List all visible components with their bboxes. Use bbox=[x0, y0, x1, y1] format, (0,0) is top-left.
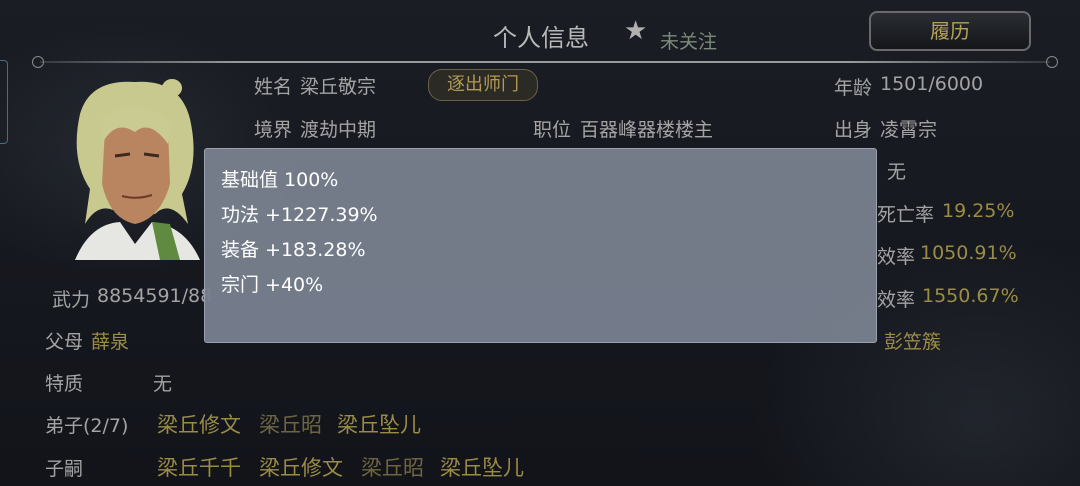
age-label: 年龄 bbox=[834, 77, 873, 99]
disciple-link[interactable]: 梁丘修文 bbox=[157, 409, 241, 439]
name-value: 梁丘敬宗 bbox=[300, 76, 377, 98]
power-value: 8854591/88 bbox=[97, 285, 213, 307]
header-divider bbox=[32, 56, 1058, 68]
efficiency-value-1: 1050.91% bbox=[920, 242, 1017, 264]
heir-link[interactable]: 梁丘坠儿 bbox=[440, 452, 524, 482]
age-value: 1501/6000 bbox=[880, 73, 984, 95]
disciples-label: 弟子(2/7) bbox=[45, 415, 129, 437]
row3-right-value: 无 bbox=[887, 161, 907, 183]
heir-link[interactable]: 梁丘千千 bbox=[157, 452, 241, 482]
character-portrait bbox=[75, 79, 200, 260]
trait-label: 特质 bbox=[45, 373, 84, 395]
position-value: 百器峰器楼楼主 bbox=[580, 119, 714, 141]
follow-status[interactable]: 未关注 bbox=[660, 27, 717, 54]
expel-button[interactable]: 逐出师门 bbox=[428, 69, 538, 101]
realm-value: 渡劫中期 bbox=[300, 119, 377, 141]
position-label: 职位 bbox=[533, 119, 572, 141]
page-title: 个人信息 bbox=[493, 24, 589, 52]
stat-breakdown-tooltip: 基础值 100% 功法 +1227.39% 装备 +183.28% 宗门 +40… bbox=[204, 148, 877, 343]
heir-link[interactable]: 梁丘昭 bbox=[361, 452, 424, 482]
death-rate-label: 死亡率 bbox=[877, 204, 935, 226]
origin-label: 出身 bbox=[834, 119, 873, 141]
parent-link[interactable]: 薛泉 bbox=[91, 327, 129, 354]
power-label: 武力 bbox=[52, 289, 91, 311]
star-icon[interactable]: ★ bbox=[624, 18, 647, 44]
death-rate-value: 19.25% bbox=[942, 200, 1015, 222]
disciple-link[interactable]: 梁丘昭 bbox=[259, 409, 322, 439]
origin-value: 凌霄宗 bbox=[880, 119, 938, 141]
heir-link[interactable]: 梁丘修文 bbox=[259, 452, 343, 482]
history-button[interactable]: 履历 bbox=[869, 11, 1031, 51]
parents-label: 父母 bbox=[45, 331, 84, 353]
tooltip-line: 功法 +1227.39% bbox=[221, 204, 378, 226]
realm-label: 境界 bbox=[254, 119, 293, 141]
name-label: 姓名 bbox=[254, 76, 293, 98]
heirs-label: 子嗣 bbox=[45, 458, 84, 480]
tooltip-line: 宗门 +40% bbox=[221, 274, 324, 296]
trait-value: 无 bbox=[153, 373, 173, 395]
efficiency-label-1: 效率 bbox=[877, 246, 916, 268]
efficiency-value-2: 1550.67% bbox=[922, 285, 1019, 307]
tooltip-line: 基础值 100% bbox=[221, 169, 339, 191]
disciple-link[interactable]: 梁丘坠儿 bbox=[337, 409, 421, 439]
spouse-link[interactable]: 彭笠簇 bbox=[884, 327, 941, 354]
efficiency-label-2: 效率 bbox=[877, 289, 916, 311]
tooltip-line: 装备 +183.28% bbox=[221, 239, 366, 261]
side-tab[interactable] bbox=[0, 60, 8, 144]
